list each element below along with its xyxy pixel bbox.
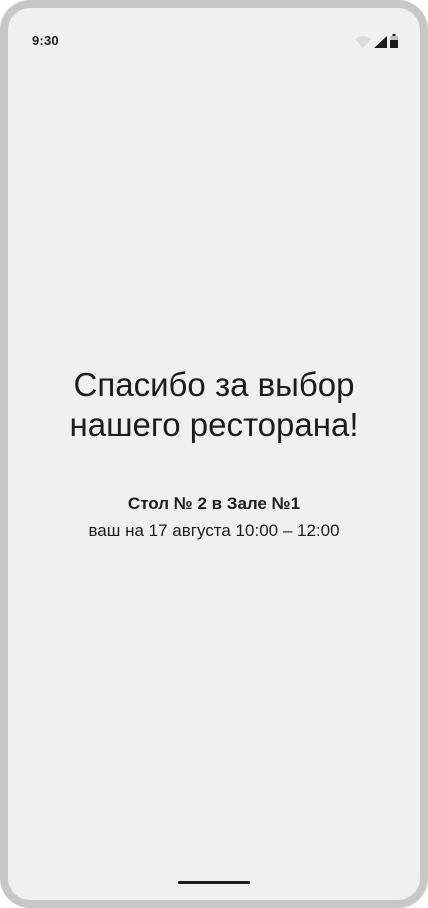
phone-frame: 9:30 Спасибо за выбор нашего ресторана! … xyxy=(0,0,428,908)
confirmation-screen: Спасибо за выбор нашего ресторана! Стол … xyxy=(8,8,420,900)
thank-you-title-line1: Спасибо за выбор xyxy=(73,366,355,403)
reservation-time: ваш на 17 августа 10:00 – 12:00 xyxy=(88,521,340,540)
home-indicator[interactable] xyxy=(178,881,250,884)
table-info: Стол № 2 в Зале №1 xyxy=(127,494,301,513)
thank-you-title: Спасибо за выбор нашего ресторана! xyxy=(8,365,420,445)
thank-you-title-line2: нашего ресторана! xyxy=(69,406,359,443)
